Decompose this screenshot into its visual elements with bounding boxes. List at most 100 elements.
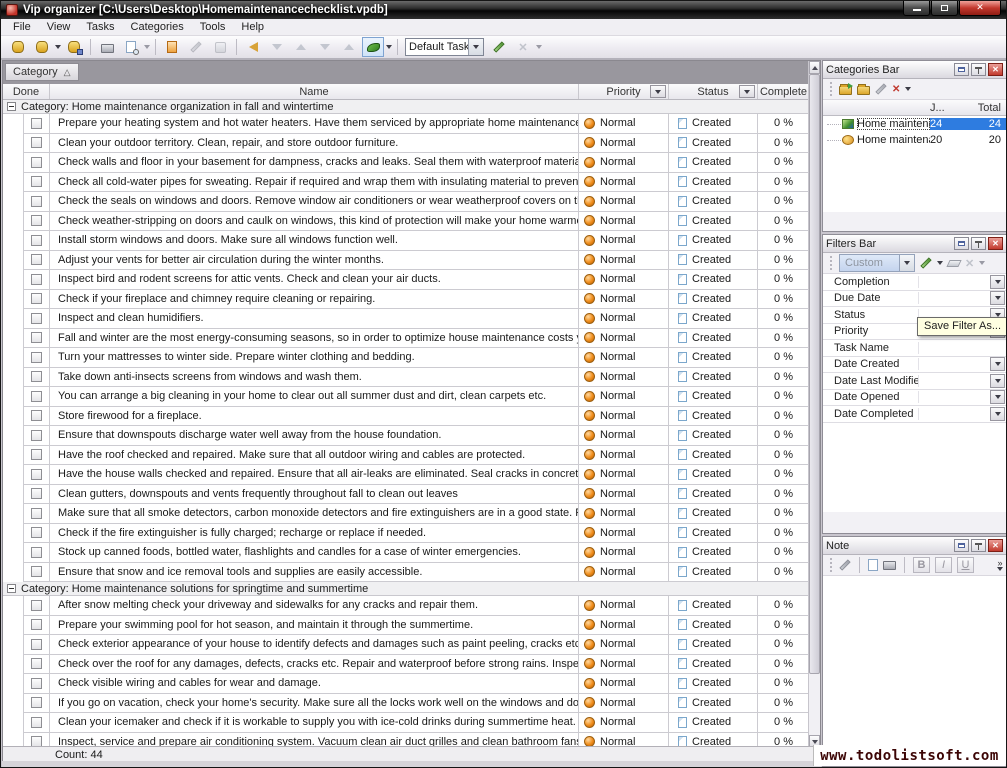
task-checkbox[interactable] [31,215,42,226]
open-database-dropdown-icon[interactable] [55,45,61,49]
panel-close-button[interactable]: ✕ [988,539,1003,552]
task-row[interactable]: Inspect and clean humidifiers.NormalCrea… [23,309,809,329]
panel-pin-button[interactable] [971,237,986,250]
status-cell[interactable]: Created [669,173,758,192]
task-row[interactable]: Take down anti-insects screens from wind… [23,368,809,388]
new-category-icon[interactable] [839,86,852,95]
task-row[interactable]: Have the roof checked and repaired. Make… [23,446,809,466]
filter-preset-combo[interactable]: Custom [839,254,915,272]
bold-button[interactable]: B [913,557,930,573]
status-cell[interactable]: Created [669,309,758,328]
collapse-icon[interactable] [7,584,16,593]
column-header-status[interactable]: Status [669,84,758,99]
task-checkbox[interactable] [31,488,42,499]
status-cell[interactable]: Created [669,694,758,713]
save-filter-icon[interactable] [920,257,931,268]
status-cell[interactable]: Created [669,212,758,231]
filter-row[interactable]: Date Completed [823,406,1006,423]
task-checkbox[interactable] [31,157,42,168]
status-cell[interactable]: Created [669,134,758,153]
priority-cell[interactable]: Normal [579,387,669,406]
status-cell[interactable]: Created [669,485,758,504]
task-row[interactable]: Prepare your heating system and hot wate… [23,114,809,134]
task-row[interactable]: Check all cold-water pipes for sweating.… [23,173,809,193]
status-filter-button[interactable] [739,85,755,98]
filter-dropdown-button[interactable] [990,374,1005,388]
filter-dropdown-button[interactable] [990,357,1005,371]
status-cell[interactable]: Created [669,524,758,543]
status-cell[interactable]: Created [669,446,758,465]
priority-cell[interactable]: Normal [579,524,669,543]
task-checkbox[interactable] [31,254,42,265]
task-checkbox[interactable] [31,619,42,630]
minimize-button[interactable] [903,1,930,16]
priority-cell[interactable]: Normal [579,635,669,654]
notifications-toggle[interactable] [362,37,384,57]
move-up-button[interactable] [290,37,312,57]
status-cell[interactable]: Created [669,329,758,348]
note-content[interactable] [823,576,1006,764]
priority-cell[interactable]: Normal [579,655,669,674]
priority-cell[interactable]: Normal [579,231,669,250]
move-down-button[interactable] [266,37,288,57]
status-cell[interactable]: Created [669,426,758,445]
panel-close-button[interactable]: ✕ [988,63,1003,76]
panel-restore-button[interactable] [954,63,969,76]
filters-overflow-icon[interactable] [979,261,985,265]
priority-cell[interactable]: Normal [579,465,669,484]
status-cell[interactable]: Created [669,635,758,654]
task-row[interactable]: Check if your fireplace and chimney requ… [23,290,809,310]
task-row[interactable]: Check walls and floor in your basement f… [23,153,809,173]
task-row[interactable]: Adjust your vents for better air circula… [23,251,809,271]
task-row[interactable]: Make sure that all smoke detectors, carb… [23,504,809,524]
panel-pin-button[interactable] [971,539,986,552]
task-checkbox[interactable] [31,137,42,148]
priority-cell[interactable]: Normal [579,212,669,231]
print-preview-button[interactable] [120,37,142,57]
task-checkbox[interactable] [31,508,42,519]
priority-cell[interactable]: Normal [579,616,669,635]
filter-row[interactable]: Completion [823,274,1006,291]
status-cell[interactable]: Created [669,465,758,484]
edit-task-button[interactable] [185,37,207,57]
priority-cell[interactable]: Normal [579,348,669,367]
status-cell[interactable]: Created [669,290,758,309]
status-cell[interactable]: Created [669,504,758,523]
filter-dropdown-button[interactable] [990,390,1005,404]
task-row[interactable]: Clean your outdoor territory. Clean, rep… [23,134,809,154]
priority-cell[interactable]: Normal [579,329,669,348]
priority-cell[interactable]: Normal [579,407,669,426]
task-row[interactable]: Ensure that snow and ice removal tools a… [23,563,809,583]
menu-help[interactable]: Help [233,20,272,34]
task-row[interactable]: Stock up canned foods, bottled water, fl… [23,543,809,563]
filter-row[interactable]: Date Opened [823,390,1006,407]
jobs-column-header[interactable]: J... [930,102,962,114]
italic-button[interactable]: I [935,557,952,573]
priority-cell[interactable]: Normal [579,674,669,693]
task-row[interactable]: Turn your mattresses to winter side. Pre… [23,348,809,368]
task-checkbox[interactable] [31,313,42,324]
priority-cell[interactable]: Normal [579,504,669,523]
task-row[interactable]: Check over the roof for any damages, def… [23,655,809,675]
priority-filter-button[interactable] [650,85,666,98]
save-filter-dropdown-icon[interactable] [937,261,943,265]
filter-dropdown-button[interactable] [990,407,1005,421]
notifications-dropdown-icon[interactable] [386,45,392,49]
task-row[interactable]: Have the house walls checked and repaire… [23,465,809,485]
filter-row[interactable]: Due Date [823,291,1006,308]
task-checkbox[interactable] [31,118,42,129]
priority-cell[interactable]: Normal [579,426,669,445]
save-database-button[interactable] [63,37,85,57]
clear-filter-icon[interactable] [946,260,961,267]
restore-button[interactable] [931,1,958,16]
menu-tools[interactable]: Tools [192,20,234,34]
filter-row[interactable]: Date Last Modified [823,373,1006,390]
status-cell[interactable]: Created [669,348,758,367]
group-header-row[interactable]: Category: Home maintenance solutions for… [3,582,809,596]
delete-category-icon[interactable]: ✕ [892,84,900,95]
priority-cell[interactable]: Normal [579,563,669,582]
task-checkbox[interactable] [31,430,42,441]
task-template-dropdown-button[interactable] [468,39,483,55]
task-row[interactable]: Check if the fire extinguisher is fully … [23,524,809,544]
status-cell[interactable]: Created [669,387,758,406]
